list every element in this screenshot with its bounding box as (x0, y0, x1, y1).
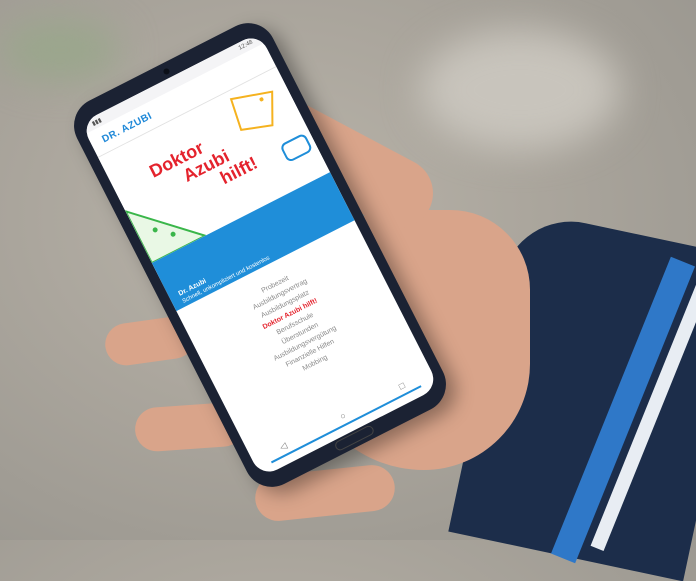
background-bokeh (0, 20, 120, 80)
back-icon[interactable]: ◁ (278, 440, 289, 453)
front-camera (162, 67, 171, 76)
background-bokeh (420, 30, 620, 150)
recents-icon[interactable]: □ (397, 380, 406, 391)
home-icon[interactable]: ○ (338, 410, 347, 421)
photo-scene: ▮▮▮ 12:48 DR. AZUBI Doktor Azubi hilft! … (0, 0, 696, 581)
